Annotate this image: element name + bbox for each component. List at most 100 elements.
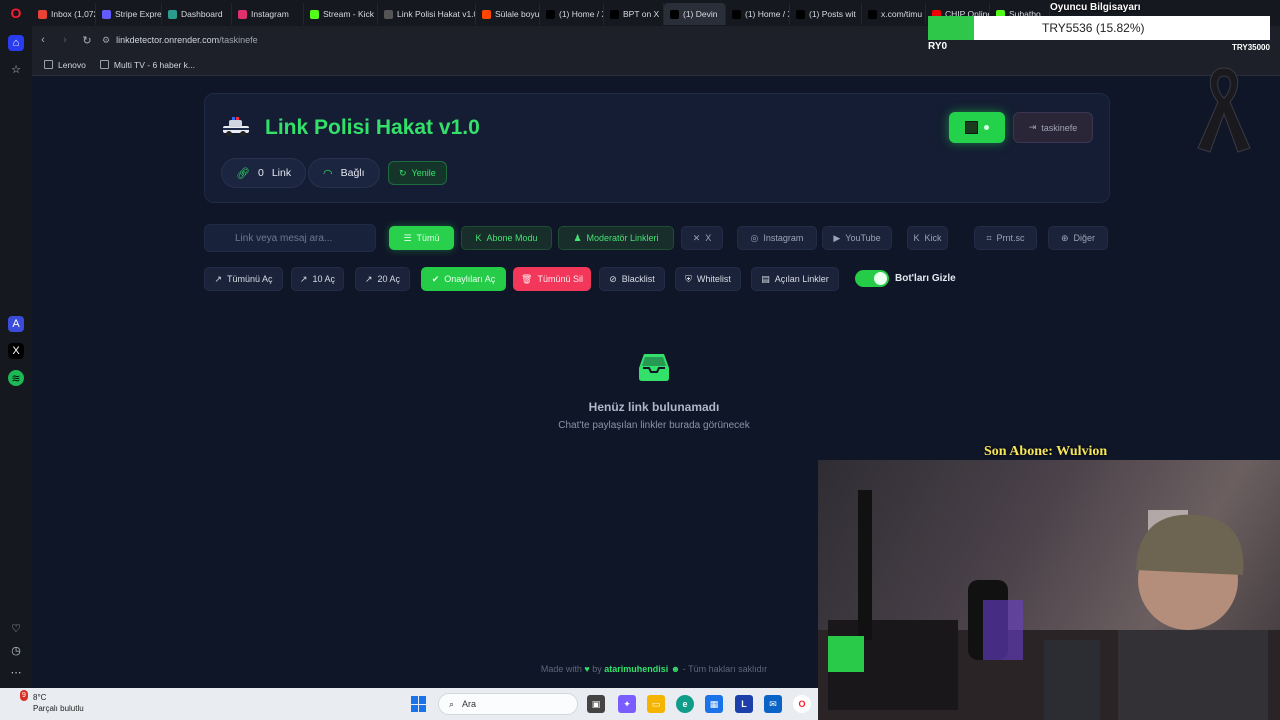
spotify-icon[interactable]: ≋ xyxy=(8,370,24,386)
action-10-a--button[interactable]: ↗ 10 Aç xyxy=(291,267,344,291)
filter-di-er[interactable]: ⊕ Diğer xyxy=(1048,226,1108,250)
x-app-icon[interactable]: X xyxy=(8,343,24,359)
filter-instagram[interactable]: ◎ Instagram xyxy=(737,226,817,250)
online-dot xyxy=(984,125,989,130)
tab-1[interactable]: Inbox (1,072 xyxy=(32,3,96,25)
tab-3[interactable]: Dashboard xyxy=(162,3,232,25)
action-whitelist-button[interactable]: ⛨ Whitelist xyxy=(675,267,741,291)
tab-7[interactable]: Sülale boyu xyxy=(476,3,540,25)
filter-label: YouTube xyxy=(845,233,881,243)
filter-t-m-[interactable]: ☰ Tümü xyxy=(389,226,454,250)
instagram-icon: ◎ xyxy=(750,232,759,243)
site-info-icon[interactable]: ⚙ xyxy=(102,35,110,46)
action-blacklist-button[interactable]: ⊘ Blacklist xyxy=(599,267,665,291)
reload-button[interactable]: ↻ xyxy=(76,29,98,51)
tab-13[interactable]: x.com/timu xyxy=(862,3,926,25)
link-icon: 🔗︎ xyxy=(236,167,250,180)
tab-4[interactable]: Instagram xyxy=(232,3,304,25)
star-icon[interactable]: ☆ xyxy=(8,61,24,77)
link-count: 0 xyxy=(257,167,264,179)
tab-9[interactable]: BPT on X xyxy=(604,3,664,25)
list-icon: ☰ xyxy=(403,232,412,243)
url-path: /taskinefe xyxy=(219,35,258,45)
tab-2[interactable]: Stripe Expres xyxy=(96,3,162,25)
file-explorer-icon[interactable]: ▭ xyxy=(647,695,665,713)
action-a-lan-linkler-button[interactable]: ▤ Açılan Linkler xyxy=(751,267,839,291)
overlay-left-label: RY0 xyxy=(928,41,948,52)
user-shield-icon: ♟ xyxy=(573,232,582,243)
tab-10[interactable]: (1) Devin× xyxy=(664,3,726,25)
copilot-icon[interactable]: ✦ xyxy=(618,695,636,713)
heart-icon: ♥ xyxy=(584,664,590,674)
tab-label: (1) Home / X xyxy=(745,9,790,19)
taskbar-search[interactable]: ⌕ Ara xyxy=(438,693,578,715)
tab-label: (1) Home / X xyxy=(559,9,604,19)
aria-icon[interactable]: A xyxy=(8,316,24,332)
filter-moderat-r-linkleri[interactable]: ♟ Moderatör Linkleri xyxy=(558,226,674,250)
gmail-icon xyxy=(38,9,47,19)
tab-12[interactable]: (1) Posts wit xyxy=(790,3,862,25)
avatar xyxy=(965,121,978,134)
x-icon xyxy=(732,9,741,19)
filter-abone-modu[interactable]: K Abone Modu xyxy=(461,226,552,250)
logout-button[interactable]: ⇥ taskinefe xyxy=(1013,112,1093,143)
x-icon xyxy=(670,9,679,19)
author-link[interactable]: atarimuhendisi xyxy=(604,664,668,674)
action-t-m-n-a--button[interactable]: ↗ Tümünü Aç xyxy=(204,267,283,291)
action-onayl-lar-a--button[interactable]: ✔ Onaylıları Aç xyxy=(421,267,506,291)
action-label: Tümünü Aç xyxy=(227,274,273,284)
tab-label: BPT on X xyxy=(623,9,660,19)
bookmark-lenovo[interactable]: Lenovo xyxy=(44,60,86,70)
windows-start-icon[interactable] xyxy=(411,696,427,712)
toggle-knob xyxy=(874,272,887,285)
ticker-progress xyxy=(928,16,974,40)
history-clock-icon[interactable]: ◷ xyxy=(8,642,24,658)
weather-badge: 9 xyxy=(20,690,28,701)
streamer-profile-button[interactable] xyxy=(949,112,1005,143)
filter-label: X xyxy=(705,233,712,243)
search-input[interactable] xyxy=(204,224,376,252)
more-icon[interactable]: ⋯ xyxy=(8,664,24,680)
wifi-icon: ◠ xyxy=(323,167,333,180)
back-button[interactable]: ‹ xyxy=(32,29,54,51)
tab-6[interactable]: Link Polisi Hakat v1.0 xyxy=(378,3,476,25)
outlook-icon[interactable]: ✉ xyxy=(764,695,782,713)
home-icon[interactable]: ⌂ xyxy=(8,35,24,51)
lenovo-icon[interactable]: L xyxy=(735,695,753,713)
filter-youtube[interactable]: ▶ YouTube xyxy=(822,226,892,250)
screen: O Inbox (1,072 Stripe Expres Dashboard Inst… xyxy=(0,0,1280,720)
refresh-button[interactable]: ↻ Yenile xyxy=(388,161,447,185)
task-view-icon[interactable]: ▣ xyxy=(587,695,605,713)
filter-label: Prnt.sc xyxy=(996,233,1025,243)
webcam-scene xyxy=(818,490,1280,720)
refresh-icon: ↻ xyxy=(399,167,407,178)
mourning-ribbon-icon xyxy=(1197,67,1251,153)
filter-prnt-sc[interactable]: ⌗ Prnt.sc xyxy=(974,226,1037,250)
weather-widget[interactable]: 9 8°C Parçalı bulutlu xyxy=(14,690,84,714)
bookmark-multi-tv[interactable]: Multi TV - 6 haber k... xyxy=(99,60,195,70)
action-20-a--button[interactable]: ↗ 20 Aç xyxy=(355,267,410,291)
opera-logo-icon[interactable]: O xyxy=(0,0,32,26)
forward-button[interactable]: › xyxy=(54,29,76,51)
globe-icon: ⊕ xyxy=(1060,232,1069,243)
x-icon xyxy=(546,9,555,19)
hide-bots-label: Bot'ları Gizle xyxy=(895,273,956,284)
heart-icon[interactable]: ♡ xyxy=(8,620,24,636)
url-bar[interactable]: ⚙ linkdetector.onrender.com/taskinefe xyxy=(102,30,258,50)
kick-icon xyxy=(310,9,319,19)
opera-taskbar-icon[interactable]: O xyxy=(793,695,811,713)
empty-state-subtitle: Chat'te paylaşılan linkler burada görüne… xyxy=(558,420,750,431)
connection-status-pill: ◠ Bağlı xyxy=(308,158,380,188)
store-icon[interactable]: ▦ xyxy=(705,695,723,713)
hide-bots-toggle[interactable] xyxy=(855,270,889,287)
filter-kick[interactable]: K Kick xyxy=(907,226,948,250)
action-t-m-n-sil-button[interactable]: 🗑︎ Tümünü Sil xyxy=(513,267,591,291)
edge-icon[interactable]: e xyxy=(676,695,694,713)
tab-11[interactable]: (1) Home / X xyxy=(726,3,790,25)
filter-x[interactable]: ✕ X xyxy=(681,226,723,250)
external-link-icon: ↗ xyxy=(364,273,373,284)
tab-5[interactable]: Stream - Kick xyxy=(304,3,378,25)
webcam-feed xyxy=(818,460,1280,720)
tab-8[interactable]: (1) Home / X xyxy=(540,3,604,25)
police-icon xyxy=(384,9,393,19)
